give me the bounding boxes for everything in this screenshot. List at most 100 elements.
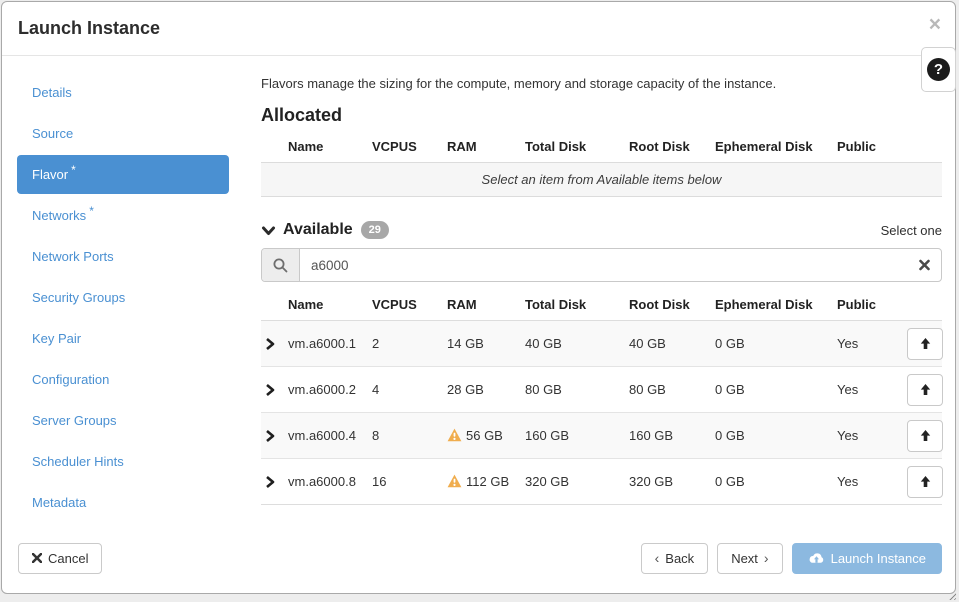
arrow-up-icon xyxy=(919,337,932,350)
flavor-public: Yes xyxy=(837,382,859,397)
sidebar-item-security-groups[interactable]: Security Groups xyxy=(2,277,244,318)
sidebar-item-server-groups[interactable]: Server Groups xyxy=(2,400,244,441)
flavor-name: vm.a6000.1 xyxy=(288,336,356,351)
allocated-empty-message: Select an item from Available items belo… xyxy=(261,162,942,197)
back-button[interactable]: ‹ Back xyxy=(640,542,709,574)
available-heading[interactable]: Available xyxy=(283,221,353,239)
allocate-flavor-button[interactable] xyxy=(907,373,943,406)
close-icon[interactable]: × xyxy=(929,14,941,35)
sidebar-item-key-pair[interactable]: Key Pair xyxy=(2,318,244,359)
chevron-down-icon[interactable] xyxy=(261,223,276,238)
search-input[interactable] xyxy=(300,249,941,281)
flavor-public: Yes xyxy=(837,428,859,443)
launch-instance-button[interactable]: Launch Instance xyxy=(791,542,942,574)
flavor-name: vm.a6000.2 xyxy=(288,382,356,397)
expand-row-icon[interactable] xyxy=(261,413,287,459)
arrow-up-icon xyxy=(919,429,932,442)
step-description: Flavors manage the sizing for the comput… xyxy=(261,76,777,91)
sidebar-item-flavor[interactable]: Flavor * xyxy=(17,155,229,194)
arrow-up-icon xyxy=(919,475,932,488)
clear-search-icon[interactable] xyxy=(917,258,932,273)
column-header-ram: RAM xyxy=(447,297,477,312)
select-one-hint: Select one xyxy=(880,222,942,238)
column-spacer xyxy=(261,288,287,321)
sidebar-item-networks[interactable]: Networks * xyxy=(2,195,244,236)
launch-instance-modal: Launch Instance × ? Details Source Flavo… xyxy=(1,1,956,594)
column-header-vcpus: VCPUS xyxy=(372,297,417,312)
flavor-public: Yes xyxy=(837,474,859,489)
warning-icon xyxy=(447,428,462,442)
modal-footer: Cancel ‹ Back Next › Launch Instance xyxy=(2,533,955,593)
flavor-name: vm.a6000.8 xyxy=(288,474,356,489)
flavor-total-disk: 40 GB xyxy=(525,336,562,351)
available-count-badge: 29 xyxy=(360,221,389,239)
warning-icon xyxy=(447,474,462,488)
flavor-ram: 112 GB xyxy=(446,459,524,505)
arrow-up-icon xyxy=(919,383,932,396)
required-asterisk: * xyxy=(71,162,76,177)
flavor-name: vm.a6000.4 xyxy=(288,428,356,443)
column-spacer xyxy=(906,288,942,321)
sidebar-item-details[interactable]: Details xyxy=(2,72,244,113)
flavor-vcpus: 16 xyxy=(372,474,387,489)
column-spacer xyxy=(261,130,287,163)
allocate-flavor-button[interactable] xyxy=(907,465,943,498)
column-header-total-disk: Total Disk xyxy=(525,297,587,312)
flavor-vcpus: 4 xyxy=(372,382,380,397)
next-button[interactable]: Next › xyxy=(717,542,783,574)
flavor-ram: 28 GB xyxy=(447,382,484,397)
flavor-step-panel: Flavors manage the sizing for the comput… xyxy=(244,56,955,533)
x-icon xyxy=(32,553,42,563)
help-button[interactable]: ? xyxy=(921,47,956,92)
flavor-public: Yes xyxy=(837,336,859,351)
search-icon xyxy=(262,249,300,281)
column-header-ram: RAM xyxy=(447,139,477,154)
available-section-header: Available 29 Select one xyxy=(261,221,942,239)
flavor-vcpus: 8 xyxy=(372,428,380,443)
chevron-left-icon: ‹ xyxy=(654,550,660,566)
allocate-flavor-button[interactable] xyxy=(907,419,943,452)
column-header-ephemeral-disk: Ephemeral Disk xyxy=(715,139,813,154)
cloud-upload-icon xyxy=(808,552,825,565)
column-header-vcpus: VCPUS xyxy=(372,139,417,154)
flavor-root-disk: 160 GB xyxy=(629,428,674,443)
expand-row-icon[interactable] xyxy=(261,459,287,505)
column-header-name: Name xyxy=(288,297,324,312)
flavor-ephemeral-disk: 0 GB xyxy=(715,474,745,489)
flavor-root-disk: 40 GB xyxy=(629,336,666,351)
table-row[interactable]: vm.a6000.1 2 14 GB 40 GB 40 GB 0 GB Yes xyxy=(261,320,943,367)
expand-row-icon[interactable] xyxy=(261,321,287,367)
allocated-table: Name VCPUS RAM Total Disk Root Disk Ephemeral… xyxy=(261,130,942,197)
modal-title: Launch Instance xyxy=(18,18,161,38)
allocate-flavor-button[interactable] xyxy=(907,327,943,360)
sidebar-item-configuration[interactable]: Configuration xyxy=(2,359,244,400)
chevron-right-icon: › xyxy=(763,550,769,566)
column-header-root-disk: Root Disk xyxy=(629,297,690,312)
sidebar-item-scheduler-hints[interactable]: Scheduler Hints xyxy=(2,441,244,482)
column-header-public: Public xyxy=(837,139,877,154)
column-spacer xyxy=(906,130,942,163)
flavor-ephemeral-disk: 0 GB xyxy=(715,382,745,397)
table-row[interactable]: vm.a6000.4 8 56 GB 160 GB 160 GB 0 GB Ye… xyxy=(261,412,943,459)
flavor-ram: 14 GB xyxy=(447,336,484,351)
flavor-ephemeral-disk: 0 GB xyxy=(715,336,745,351)
wizard-sidebar: Details Source Flavor * Networks * Network… xyxy=(2,56,244,533)
flavor-ram: 56 GB xyxy=(446,413,524,459)
flavor-search xyxy=(261,248,942,282)
cancel-button[interactable]: Cancel xyxy=(18,542,103,574)
column-header-ephemeral-disk: Ephemeral Disk xyxy=(715,297,813,312)
table-row[interactable]: vm.a6000.8 16 112 GB 320 GB 320 GB 0 GB … xyxy=(261,458,943,505)
flavor-vcpus: 2 xyxy=(372,336,380,351)
expand-row-icon[interactable] xyxy=(261,367,287,413)
available-table: Name VCPUS RAM Total Disk Root Disk Ephemeral… xyxy=(261,288,943,505)
sidebar-item-metadata[interactable]: Metadata xyxy=(2,482,244,523)
sidebar-item-network-ports[interactable]: Network Ports xyxy=(2,236,244,277)
column-header-name: Name xyxy=(288,139,324,154)
flavor-ephemeral-disk: 0 GB xyxy=(715,428,745,443)
sidebar-item-source[interactable]: Source xyxy=(2,113,244,154)
required-asterisk: * xyxy=(89,203,94,218)
allocated-empty-row: Select an item from Available items belo… xyxy=(261,162,942,197)
flavor-total-disk: 320 GB xyxy=(525,474,570,489)
table-row[interactable]: vm.a6000.2 4 28 GB 80 GB 80 GB 0 GB Yes xyxy=(261,366,943,413)
flavor-total-disk: 160 GB xyxy=(525,428,570,443)
